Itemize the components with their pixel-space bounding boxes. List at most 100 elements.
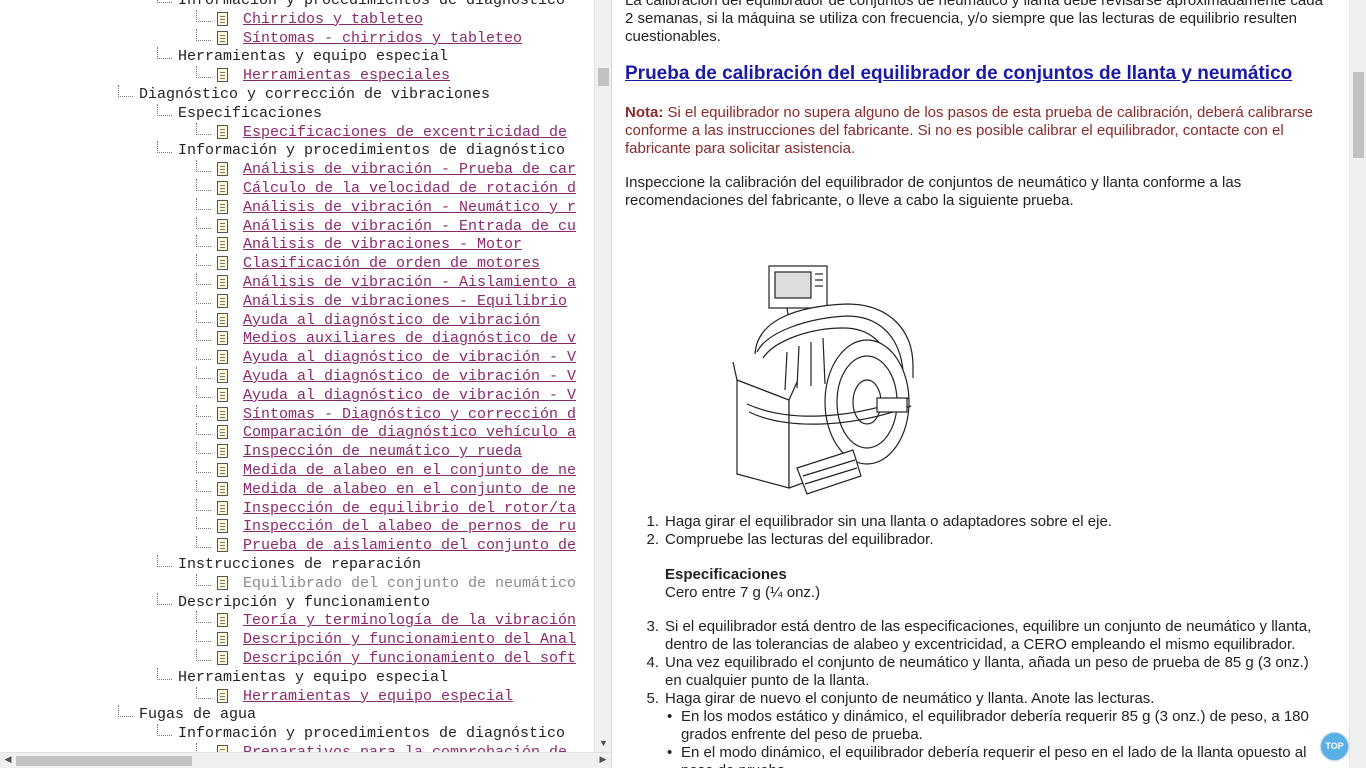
tree-folder-node[interactable]: Herramientas y equipo especial (0, 47, 594, 66)
tree-link-item[interactable]: Ayuda al diagnóstico de vibración (0, 310, 594, 330)
tree-link-item[interactable]: Ayuda al diagnóstico de vibración - V (0, 348, 594, 367)
tree-item-label[interactable]: Medida de alabeo en el conjunto de ne (243, 480, 576, 499)
section-heading-link[interactable]: Prueba de calibración del equilibrador d… (625, 63, 1325, 85)
content-vertical-scrollbar[interactable] (1349, 0, 1366, 768)
tree-link-item[interactable]: Medios auxiliares de diagnóstico de v (0, 329, 594, 348)
tree-link-item[interactable]: Ayuda al diagnóstico de vibración - V (0, 367, 594, 386)
tree-item-label[interactable]: Descripción y funcionamiento del Anal (243, 630, 576, 649)
tree-item-label[interactable]: Prueba de aislamiento del conjunto de (243, 536, 576, 555)
tree-link-item[interactable]: Medida de alabeo en el conjunto de ne (0, 479, 594, 499)
back-to-top-button[interactable]: TOP (1321, 733, 1348, 760)
tree-link-item[interactable]: Síntomas - Diagnóstico y corrección d (0, 404, 594, 424)
tree-item-label[interactable]: Síntomas - Diagnóstico y corrección d (243, 405, 576, 424)
tree-item-label[interactable]: Ayuda al diagnóstico de vibración - V (243, 367, 576, 386)
tree-item-label[interactable]: Ayuda al diagnóstico de vibración (243, 311, 540, 330)
tree-vscroll-thumb[interactable] (598, 68, 609, 86)
document-icon (217, 218, 228, 233)
step-item-4: 4. Una vez equilibrado el conjunto de neu… (625, 654, 1325, 690)
tree-link-item[interactable]: Cálculo de la velocidad de rotación d (0, 179, 594, 198)
tree-link-item[interactable]: Comparación de diagnóstico vehículo a (0, 423, 594, 442)
step-number: 1. (646, 513, 659, 530)
tree-folder-node[interactable]: Descripción y funcionamiento (0, 592, 594, 612)
tree-link-item[interactable]: Chirridos y tableteo (0, 9, 594, 29)
tree-link-item[interactable]: Ayuda al diagnóstico de vibración - V (0, 385, 594, 405)
tree-folder-node[interactable]: Fugas de agua (0, 705, 594, 724)
tree-link-item[interactable]: Inspección del alabeo de pernos de ru (0, 517, 594, 536)
scroll-right-arrow-icon[interactable]: ▶ (596, 754, 610, 765)
tree-link-item[interactable]: Medida de alabeo en el conjunto de ne (0, 461, 594, 480)
tree-link-item[interactable]: Descripción y funcionamiento del soft (0, 649, 594, 668)
tree-link-item[interactable]: Análisis de vibración - Neumático y r (0, 197, 594, 217)
tree-item-label[interactable]: Síntomas - chirridos y tableteo (243, 29, 522, 48)
tree-folder-node[interactable]: Información y procedimientos de diagnóst… (0, 141, 594, 160)
scroll-left-arrow-icon[interactable]: ◀ (1, 754, 15, 765)
tree-item-label[interactable]: Análisis de vibración - Aislamiento a (243, 273, 576, 292)
step-number: 4. (646, 654, 659, 671)
document-icon (217, 237, 228, 252)
tree-vertical-scrollbar[interactable]: ▼ (594, 0, 611, 752)
tree-link-item[interactable]: Síntomas - chirridos y tableteo (0, 28, 594, 48)
tree-link-item[interactable]: Teoría y terminología de la vibración (0, 611, 594, 630)
tree-item-label[interactable]: Inspección de neumático y rueda (243, 442, 522, 461)
tree-item-label[interactable]: Herramientas y equipo especial (243, 687, 513, 706)
tree-connector-line (196, 517, 211, 530)
tree-item-label[interactable]: Cálculo de la velocidad de rotación d (243, 179, 576, 198)
tree-item-label[interactable]: Teoría y terminología de la vibración (243, 611, 576, 630)
step-text: Una vez equilibrado el conjunto de neumá… (665, 654, 1309, 689)
tree-link-item[interactable]: Preparativos para la comprobación de (0, 743, 594, 752)
content-vscroll-thumb[interactable] (1353, 72, 1364, 158)
tree-item-label[interactable]: Análisis de vibraciones - Equilibrio (243, 292, 567, 311)
tree-link-item[interactable]: Prueba de aislamiento del conjunto de (0, 536, 594, 555)
tree-link-item[interactable]: Análisis de vibración - Entrada de cu (0, 216, 594, 236)
step-number: 2. (646, 531, 659, 548)
tree-link-item[interactable]: Clasificación de orden de motores (0, 254, 594, 273)
tree-folder-node[interactable]: Diagnóstico y corrección de vibraciones (0, 85, 594, 104)
tree-link-item[interactable]: Análisis de vibración - Prueba de car (0, 160, 594, 179)
tree-folder-node[interactable]: Instrucciones de reparación (0, 555, 594, 574)
tree-link-item[interactable]: Especificaciones de excentricidad de (0, 122, 594, 142)
tree-item-label[interactable]: Chirridos y tableteo (243, 10, 423, 29)
scroll-down-arrow-icon[interactable]: ▼ (595, 738, 612, 748)
tree-item-label[interactable]: Análisis de vibración - Prueba de car (243, 160, 576, 179)
tree-item-label[interactable]: Medida de alabeo en el conjunto de ne (243, 461, 576, 480)
tree-item-label[interactable]: Análisis de vibración - Entrada de cu (243, 217, 576, 236)
tree-item-label[interactable]: Ayuda al diagnóstico de vibración - V (243, 386, 576, 405)
tree-item-label[interactable]: Equilibrado del conjunto de neumático (243, 574, 576, 593)
tree-link-item[interactable]: Herramientas especiales (0, 66, 594, 85)
tree-horizontal-scrollbar[interactable]: ◀ ▶ (0, 752, 611, 768)
tree-link-item[interactable]: Análisis de vibraciones - Motor (0, 235, 594, 254)
tree-connector-line (196, 479, 211, 492)
tree-connector-line (196, 160, 211, 173)
tree-folder-node[interactable]: Especificaciones (0, 103, 594, 123)
tree-link-item[interactable]: Herramientas y equipo especial (0, 686, 594, 706)
tree-folder-node[interactable]: Información y procedimientos de diagnóst… (0, 0, 594, 10)
tree-item-label[interactable]: Herramientas especiales (243, 66, 450, 85)
tree-connector-line (157, 592, 172, 605)
tree-item-label[interactable]: Especificaciones de excentricidad de (243, 123, 567, 142)
tree-connector-line (196, 122, 211, 135)
tree-item-label[interactable]: Medios auxiliares de diagnóstico de v (243, 329, 576, 348)
tree-link-item[interactable]: Inspección de neumático y rueda (0, 442, 594, 461)
tree-folder-node[interactable]: Herramientas y equipo especial (0, 667, 594, 687)
tree-item-label: Herramientas y equipo especial (178, 48, 449, 66)
tree-item-label[interactable]: Descripción y funcionamiento del soft (243, 649, 576, 668)
tree-item-label[interactable]: Inspección del alabeo de pernos de ru (243, 517, 576, 536)
tree-item-label[interactable]: Clasificación de orden de motores (243, 254, 540, 273)
tree-item-label: Información y procedimientos de diagnóst… (178, 725, 566, 743)
tree-item-label[interactable]: Preparativos para la comprobación de (243, 743, 567, 752)
tree-link-item[interactable]: Análisis de vibraciones - Equilibrio (0, 291, 594, 311)
tree-link-item[interactable]: Análisis de vibración - Aislamiento a (0, 273, 594, 292)
tree-folder-node[interactable]: Información y procedimientos de diagnóst… (0, 724, 594, 743)
tree-item-label[interactable]: Análisis de vibración - Neumático y r (243, 198, 576, 217)
tree-link-item[interactable]: Descripción y funcionamiento del Anal (0, 630, 594, 649)
tree-link-item[interactable]: Equilibrado del conjunto de neumático (0, 573, 594, 593)
tree-link-item[interactable]: Inspección de equilibrio del rotor/ta (0, 498, 594, 518)
tree-item-label[interactable]: Comparación de diagnóstico vehículo a (243, 423, 576, 442)
tree-connector-line (196, 743, 211, 752)
tree-hscroll-thumb[interactable] (16, 756, 192, 766)
document-icon (217, 481, 228, 496)
tree-item-label[interactable]: Ayuda al diagnóstico de vibración - V (243, 348, 576, 367)
tree-connector-line (196, 686, 211, 699)
tree-item-label[interactable]: Análisis de vibraciones - Motor (243, 235, 522, 254)
tree-item-label[interactable]: Inspección de equilibrio del rotor/ta (243, 499, 576, 518)
